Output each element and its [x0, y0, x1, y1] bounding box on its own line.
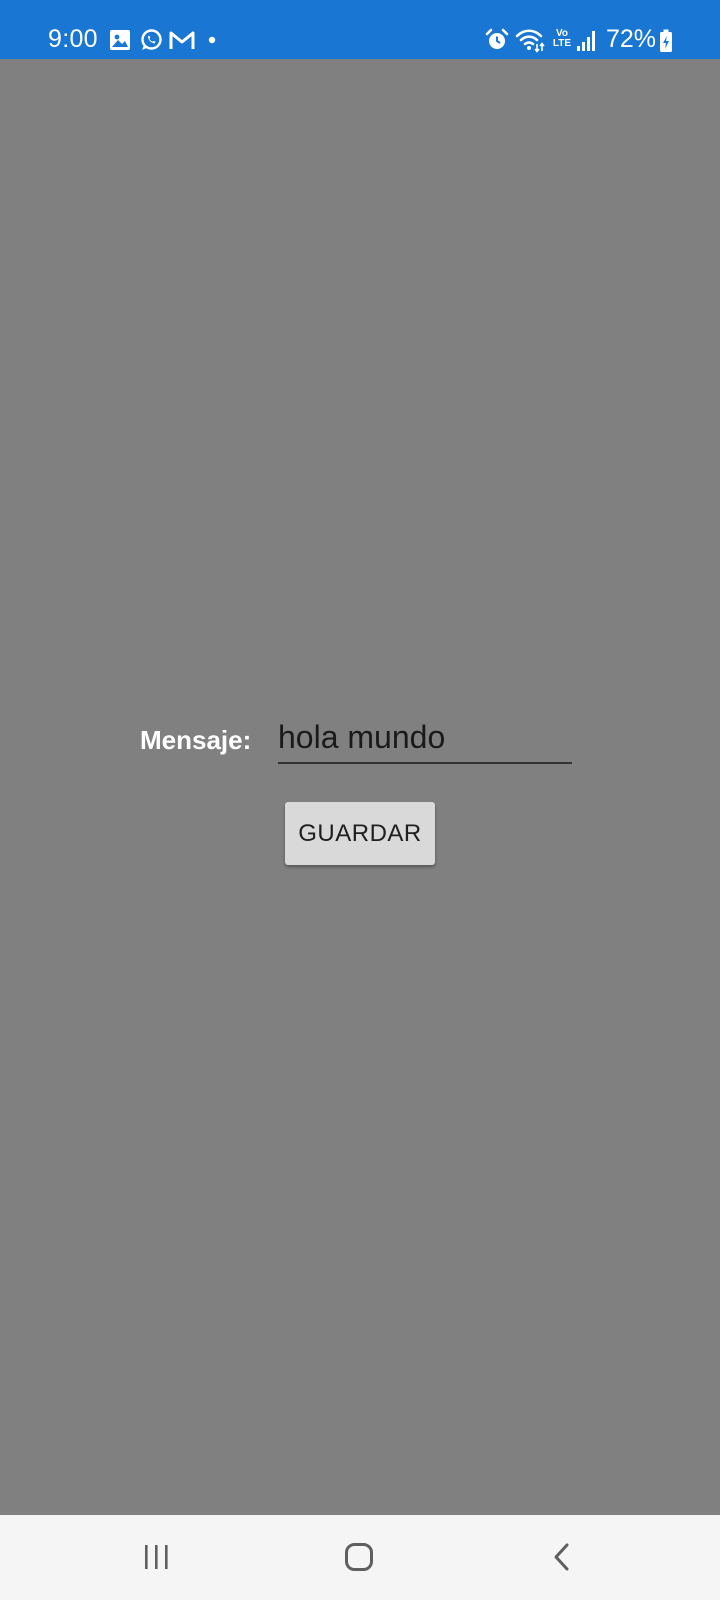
status-bar: 9:00 Vo LTE 72%: [0, 0, 720, 59]
whatsapp-icon: [141, 29, 162, 50]
recent-apps-icon[interactable]: [97, 1515, 217, 1600]
save-button[interactable]: GUARDAR: [285, 802, 435, 865]
navigation-bar: [0, 1515, 720, 1600]
wifi-icon: [515, 29, 545, 53]
gmail-icon: [169, 31, 195, 49]
back-icon[interactable]: [501, 1515, 621, 1600]
home-icon[interactable]: [299, 1515, 419, 1600]
signal-icon: [577, 31, 595, 51]
alarm-icon: [485, 28, 509, 49]
battery-percentage: 72%: [606, 25, 657, 53]
battery-charging-icon: [660, 29, 672, 52]
message-label: Mensaje:: [140, 725, 252, 755]
status-time: 9:00: [48, 25, 98, 53]
notification-dot-icon: [208, 36, 216, 44]
message-input[interactable]: [278, 716, 572, 764]
gallery-icon: [110, 30, 130, 50]
volte-icon: Vo LTE: [552, 28, 572, 49]
app-screen: 9:00 Vo LTE 72% Mensaje: hola mundo GUAR…: [0, 0, 720, 1600]
